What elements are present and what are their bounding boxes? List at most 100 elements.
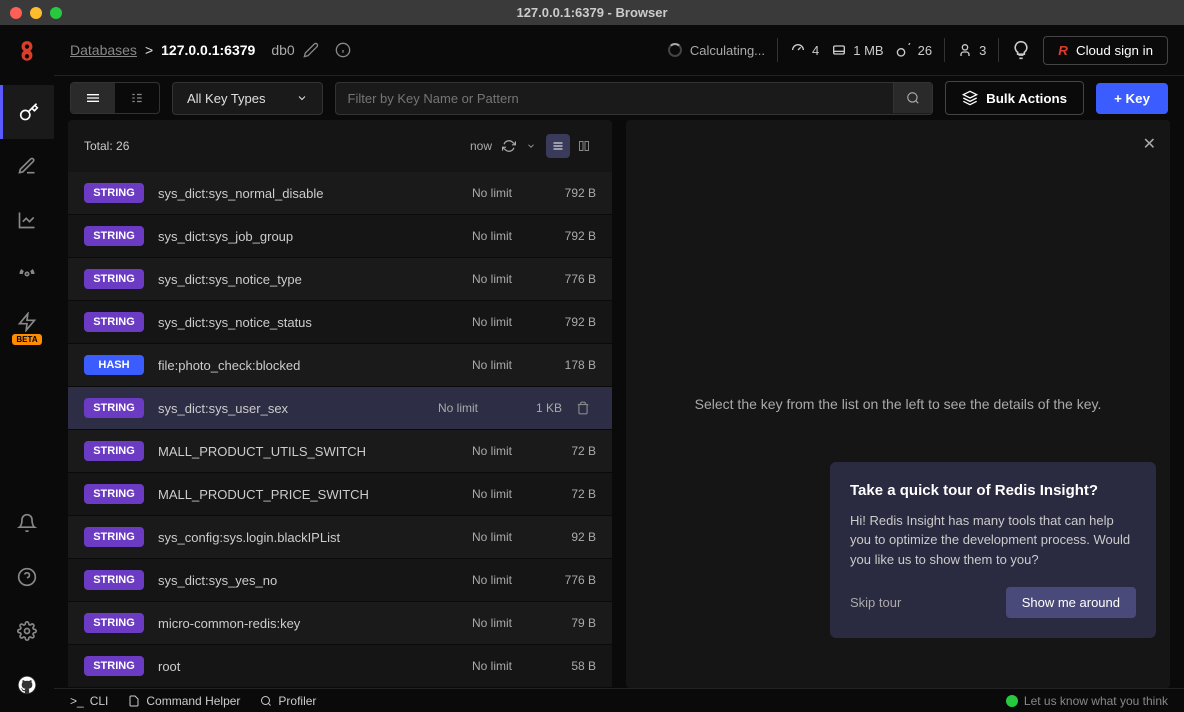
sidebar-triggers[interactable]: BETA: [0, 301, 54, 355]
tree-view-button[interactable]: [115, 83, 159, 113]
maximize-window[interactable]: [50, 7, 62, 19]
key-name: MALL_PRODUCT_UTILS_SWITCH: [158, 444, 418, 459]
key-row[interactable]: STRING sys_dict:sys_yes_no No limit 776 …: [68, 559, 612, 602]
breadcrumb-current: 127.0.0.1:6379: [161, 42, 255, 58]
key-size: 58 B: [526, 659, 596, 673]
key-icon: [896, 42, 912, 58]
minimize-window[interactable]: [30, 7, 42, 19]
key-types-dropdown[interactable]: All Key Types: [172, 82, 323, 115]
sidebar-workbench[interactable]: [0, 139, 54, 193]
type-badge: STRING: [84, 226, 144, 246]
stat-memory: 1 MB: [831, 42, 883, 58]
key-row[interactable]: STRING sys_dict:sys_normal_disable No li…: [68, 172, 612, 215]
cli-button[interactable]: >_ CLI: [70, 694, 108, 708]
add-key-button[interactable]: + Key: [1096, 83, 1168, 114]
key-name: sys_dict:sys_notice_type: [158, 272, 418, 287]
delete-icon[interactable]: [576, 401, 596, 415]
key-name: sys_dict:sys_notice_status: [158, 315, 418, 330]
type-badge: STRING: [84, 269, 144, 289]
window-title: 127.0.0.1:6379 - Browser: [516, 5, 667, 20]
key-row[interactable]: STRING root No limit 58 B: [68, 645, 612, 688]
profiler-button[interactable]: Profiler: [260, 694, 316, 708]
filter-input[interactable]: [336, 83, 894, 114]
key-name: sys_dict:sys_user_sex: [158, 401, 384, 416]
command-helper-button[interactable]: Command Helper: [128, 694, 240, 708]
chevron-down-icon[interactable]: [526, 141, 536, 151]
search-button[interactable]: [893, 83, 932, 113]
key-ttl: No limit: [432, 229, 512, 243]
cloud-signin-button[interactable]: R Cloud sign in: [1043, 36, 1168, 65]
filter-input-wrapper: [335, 82, 934, 115]
keys-panel: Total: 26 now STRING sys_di: [68, 120, 612, 688]
tour-body: Hi! Redis Insight has many tools that ca…: [850, 511, 1136, 570]
key-name: micro-common-redis:key: [158, 616, 418, 631]
key-row[interactable]: STRING MALL_PRODUCT_PRICE_SWITCH No limi…: [68, 473, 612, 516]
users-icon: [957, 42, 973, 58]
show-tour-button[interactable]: Show me around: [1006, 587, 1136, 618]
tour-popup: Take a quick tour of Redis Insight? Hi! …: [830, 462, 1156, 639]
info-icon[interactable]: [335, 42, 351, 58]
key-ttl: No limit: [432, 487, 512, 501]
titlebar: 127.0.0.1:6379 - Browser: [0, 0, 1184, 25]
redis-r-icon: R: [1058, 43, 1068, 58]
close-detail-button[interactable]: ✕: [1143, 134, 1156, 154]
key-row[interactable]: STRING MALL_PRODUCT_UTILS_SWITCH No limi…: [68, 430, 612, 473]
bulk-actions-button[interactable]: Bulk Actions: [945, 81, 1084, 115]
bulb-icon[interactable]: [1011, 40, 1031, 60]
detail-panel: ✕ Select the key from the list on the le…: [626, 120, 1170, 688]
spinner-icon: [668, 43, 682, 57]
type-badge: STRING: [84, 312, 144, 332]
skip-tour-button[interactable]: Skip tour: [850, 595, 901, 610]
key-size: 792 B: [526, 315, 596, 329]
key-row[interactable]: HASH file:photo_check:blocked No limit 1…: [68, 344, 612, 387]
sidebar-pubsub[interactable]: [0, 247, 54, 301]
sidebar-settings[interactable]: [0, 604, 54, 658]
key-size: 1 KB: [492, 401, 562, 415]
list-layout-button[interactable]: [546, 134, 570, 158]
refresh-icon[interactable]: [502, 139, 516, 153]
type-badge: STRING: [84, 398, 144, 418]
close-window[interactable]: [10, 7, 22, 19]
key-row[interactable]: STRING micro-common-redis:key No limit 7…: [68, 602, 612, 645]
key-row[interactable]: STRING sys_dict:sys_notice_status No lim…: [68, 301, 612, 344]
sidebar-help[interactable]: [0, 550, 54, 604]
key-row[interactable]: STRING sys_dict:sys_notice_type No limit…: [68, 258, 612, 301]
key-row[interactable]: STRING sys_dict:sys_user_sex No limit 1 …: [68, 387, 612, 430]
key-size: 178 B: [526, 358, 596, 372]
type-badge: STRING: [84, 570, 144, 590]
columns-button[interactable]: [572, 134, 596, 158]
type-badge: STRING: [84, 656, 144, 676]
key-size: 792 B: [526, 229, 596, 243]
header: Databases > 127.0.0.1:6379 db0 Calculati…: [54, 25, 1184, 76]
breadcrumb: Databases > 127.0.0.1:6379 db0: [70, 42, 351, 58]
edit-icon[interactable]: [303, 42, 319, 58]
sidebar-github[interactable]: [0, 658, 54, 712]
redis-logo[interactable]: [14, 39, 40, 65]
key-row[interactable]: STRING sys_config:sys.login.blackIPList …: [68, 516, 612, 559]
key-ttl: No limit: [432, 272, 512, 286]
document-icon: [128, 695, 140, 707]
feedback-link[interactable]: Let us know what you think: [1006, 694, 1168, 708]
beta-badge: BETA: [12, 334, 41, 345]
key-name: sys_dict:sys_normal_disable: [158, 186, 418, 201]
key-ttl: No limit: [432, 616, 512, 630]
breadcrumb-databases[interactable]: Databases: [70, 42, 137, 58]
key-ttl: No limit: [432, 186, 512, 200]
toolbar: All Key Types Bulk Actions + Key: [54, 76, 1184, 120]
key-name: sys_config:sys.login.blackIPList: [158, 530, 418, 545]
gauge-icon: [790, 42, 806, 58]
key-name: root: [158, 659, 418, 674]
db-selector[interactable]: db0: [271, 42, 294, 58]
type-badge: STRING: [84, 183, 144, 203]
status-dot-icon: [1006, 695, 1018, 707]
key-size: 776 B: [526, 573, 596, 587]
sidebar-browser[interactable]: [0, 85, 54, 139]
list-view-button[interactable]: [71, 83, 115, 113]
sidebar: BETA: [0, 25, 54, 712]
sidebar-notifications[interactable]: [0, 496, 54, 550]
key-ttl: No limit: [432, 659, 512, 673]
stat-connections: 4: [790, 42, 819, 58]
sidebar-analysis[interactable]: [0, 193, 54, 247]
key-row[interactable]: STRING sys_dict:sys_job_group No limit 7…: [68, 215, 612, 258]
profiler-icon: [260, 695, 272, 707]
